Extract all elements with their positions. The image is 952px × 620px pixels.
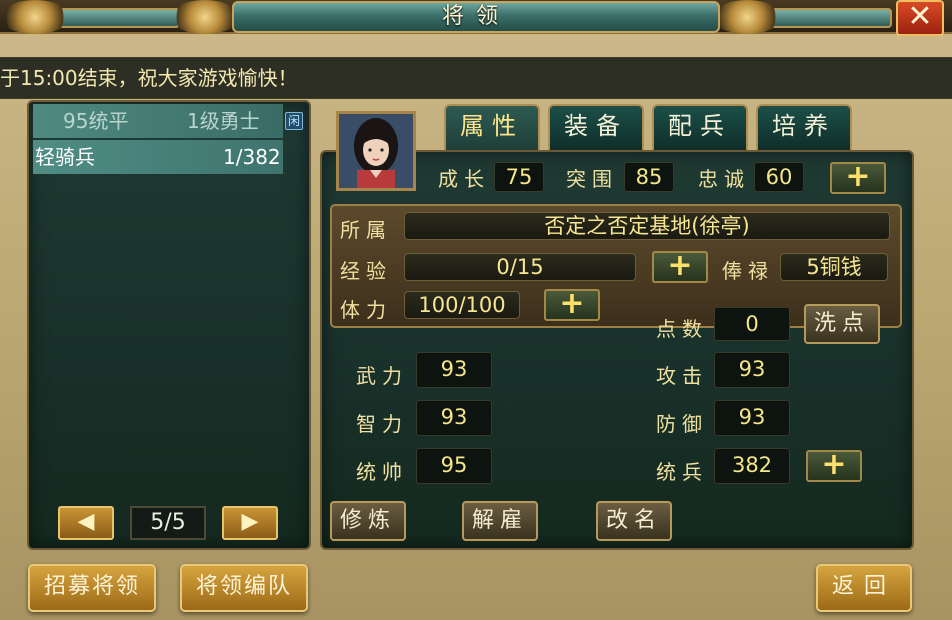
troops-value: 382 [714, 448, 790, 484]
close-button[interactable]: ✕ [896, 0, 944, 36]
tab-troops[interactable]: 配兵 [652, 104, 748, 150]
command-label: 统帅 [356, 460, 408, 484]
force-value: 93 [416, 352, 492, 388]
general-formation-button[interactable]: 将领编队 [180, 564, 308, 612]
announcement-ticker: 于15:00结束，祝大家游戏愉快！ [0, 57, 952, 99]
tab-attributes[interactable]: 属性 [444, 104, 540, 150]
general-portrait [336, 111, 416, 191]
tab-training[interactable]: 培养 [756, 104, 852, 150]
unit-list-panel: 95统平 1级勇士 闲 轻骑兵 1/382 [27, 100, 311, 550]
train-button[interactable]: 修炼 [330, 501, 406, 541]
unit-name: 95统平 [63, 109, 129, 133]
unit-name: 轻骑兵 [35, 145, 95, 169]
loyalty-label: 忠诚 [698, 167, 750, 191]
attack-value: 93 [714, 352, 790, 388]
salary-label: 俸禄 [722, 259, 774, 283]
rename-button[interactable]: 改名 [596, 501, 672, 541]
intellect-value: 93 [416, 400, 492, 436]
unit-rank: 1级勇士 [187, 109, 260, 133]
intellect-label: 智力 [356, 412, 408, 436]
stamina-value: 100/100 [404, 291, 520, 319]
list-item[interactable]: 轻骑兵 1/382 [33, 140, 283, 174]
attack-label: 攻击 [656, 364, 708, 388]
exp-value: 0/15 [404, 253, 636, 281]
recruit-general-button[interactable]: 招募将领 [28, 564, 156, 612]
breakout-value: 85 [624, 162, 674, 192]
ornament-icon [0, 0, 70, 34]
troops-plus-button[interactable]: + [806, 450, 862, 482]
force-label: 武力 [356, 364, 408, 388]
page-indicator: 5/5 [130, 506, 206, 540]
loyalty-value: 60 [754, 162, 804, 192]
arrow-left-icon: ◀ [77, 509, 95, 534]
points-value: 0 [714, 307, 790, 341]
window-title: 将领 [232, 1, 720, 33]
unit-count: 1/382 [223, 145, 281, 169]
plus-icon: + [559, 286, 585, 321]
general-screen: 将领 ✕ 95统平 1级勇士 闲 轻骑兵 1/382 ◀ 5/5 ▶ 属性 装备 [0, 0, 952, 620]
command-value: 95 [416, 448, 492, 484]
stamina-label: 体力 [340, 298, 392, 322]
exp-plus-button[interactable]: + [652, 251, 708, 283]
top-right-plate [770, 8, 892, 28]
loyalty-plus-button[interactable]: + [830, 162, 886, 194]
plus-icon: + [821, 447, 847, 482]
arrow-right-icon: ▶ [241, 509, 259, 534]
breakout-label: 突围 [566, 167, 618, 191]
idle-badge: 闲 [285, 112, 303, 130]
salary-value: 5铜钱 [780, 253, 888, 281]
close-icon: ✕ [907, 0, 933, 34]
belong-label: 所属 [340, 218, 392, 242]
points-label: 点数 [656, 317, 708, 341]
stamina-plus-button[interactable]: + [544, 289, 600, 321]
defense-label: 防御 [656, 412, 708, 436]
exp-label: 经验 [340, 259, 392, 283]
list-item[interactable]: 95统平 1级勇士 闲 [33, 104, 303, 138]
back-button[interactable]: 返回 [816, 564, 912, 612]
plus-icon: + [845, 159, 871, 194]
prev-page-button[interactable]: ◀ [58, 506, 114, 540]
ornament-icon [170, 0, 240, 34]
reset-points-button[interactable]: 洗点 [804, 304, 880, 344]
belong-value: 否定之否定基地(徐亭) [404, 212, 890, 240]
growth-value: 75 [494, 162, 544, 192]
defense-value: 93 [714, 400, 790, 436]
ornament-icon [712, 0, 782, 34]
portrait-image [339, 114, 413, 188]
growth-label: 成长 [438, 167, 490, 191]
next-page-button[interactable]: ▶ [222, 506, 278, 540]
dismiss-button[interactable]: 解雇 [462, 501, 538, 541]
plus-icon: + [667, 248, 693, 283]
troops-label: 统兵 [656, 460, 708, 484]
tab-equipment[interactable]: 装备 [548, 104, 644, 150]
